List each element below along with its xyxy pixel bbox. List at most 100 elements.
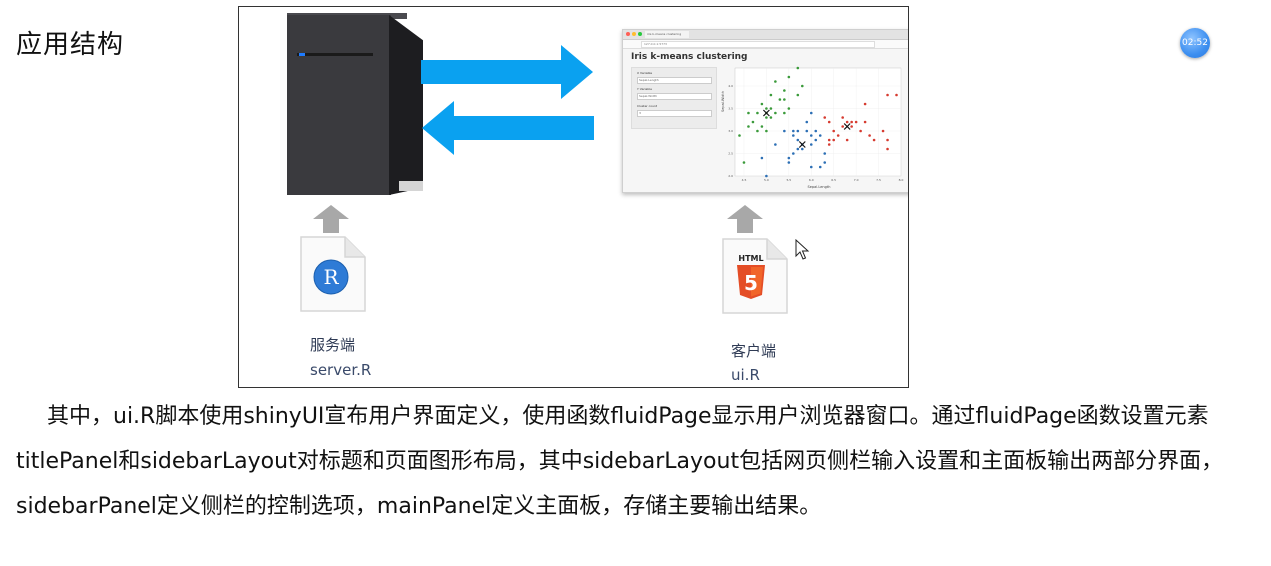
r-logo-letter: R (323, 265, 339, 289)
scatter-point (774, 143, 777, 146)
y-tick-label: 2.5 (728, 152, 733, 156)
left-arrow-icon (422, 101, 594, 155)
x-tick-label: 7.5 (876, 178, 881, 182)
right-arrow-icon (421, 45, 593, 99)
body-paragraph: 其中，ui.R脚本使用shinyUI宣布用户界面定义，使用函数fluidPage… (16, 404, 1224, 519)
scatter-point (796, 129, 800, 133)
scatter-point (747, 111, 750, 115)
scatter-point (796, 93, 800, 97)
browser-urlbar: 127.0.0.1:5773 (623, 40, 908, 49)
minimize-dot-icon (632, 32, 636, 36)
scatter-point (774, 111, 777, 115)
scatter-point (778, 98, 782, 101)
scatter-point (765, 129, 768, 133)
scatter-point (859, 129, 862, 133)
x-tick-label: 6.0 (809, 178, 814, 182)
r-file-icon: R (299, 235, 367, 317)
scatter-point (792, 129, 795, 133)
y-variable-label: Y Variable (637, 87, 652, 91)
client-file-label: ui.R (731, 366, 760, 384)
browser-titlebar: iris k-means clustering (623, 30, 908, 40)
html-logo-text: HTML (738, 254, 763, 263)
scatter-point (836, 134, 840, 137)
scatter-point (886, 138, 889, 142)
maximize-dot-icon (638, 32, 642, 36)
scatter-point (751, 120, 755, 124)
scatter-point (845, 120, 849, 124)
scatter-point (886, 93, 889, 97)
scatter-point (814, 129, 818, 133)
x-tick-label: 7.0 (854, 178, 859, 182)
scatter-point (787, 107, 791, 110)
scatter-point (760, 156, 764, 160)
client-label: 客户端 (731, 342, 777, 360)
scatter-point (792, 152, 795, 155)
scatter-point (881, 129, 885, 133)
x-axis-label: Sepal.Length (808, 185, 831, 189)
scatter-point (832, 138, 836, 142)
scatter-point (854, 120, 858, 124)
scatter-point (895, 93, 898, 97)
browser-window: iris k-means clustering 127.0.0.1:5773 I… (622, 29, 908, 193)
scatter-point (814, 138, 818, 142)
y-tick-label: 3.0 (728, 129, 733, 133)
scatter-point (783, 111, 786, 115)
scatter-point (809, 111, 813, 115)
scatter-point (765, 116, 768, 119)
scatter-point (845, 138, 849, 142)
mouse-cursor-icon (795, 238, 811, 265)
server-up-arrow-icon (313, 205, 349, 237)
scatter-point (841, 116, 844, 119)
timer-badge[interactable]: 02:52 (1180, 28, 1210, 58)
server-file-label: server.R (310, 361, 372, 379)
x-variable-select: Sepal.Length (637, 77, 712, 84)
x-tick-label: 6.5 (831, 178, 836, 182)
scatter-point (868, 134, 871, 137)
x-tick-label: 5.0 (764, 178, 769, 182)
scatter-point (863, 120, 867, 124)
scatter-point (818, 165, 822, 169)
scatter-point (783, 98, 786, 101)
scatter-point (805, 120, 809, 124)
scatter-point (809, 143, 813, 146)
scatter-point (841, 125, 844, 128)
app-title: Iris k-means clustering (631, 52, 748, 62)
scatter-point (783, 89, 786, 92)
url-field: 127.0.0.1:5773 (641, 41, 875, 48)
scatter-point (886, 147, 889, 151)
cluster-count-label: Cluster count (637, 104, 658, 108)
scatter-point (783, 129, 786, 133)
scatter-point (796, 66, 800, 70)
scatter-point (872, 138, 876, 142)
scatter-point (774, 80, 777, 83)
x-variable-label: X Variable (637, 71, 653, 75)
x-tick-label: 8.0 (899, 178, 904, 182)
scatter-point (850, 120, 853, 124)
scatter-point (760, 125, 764, 128)
plot-area (734, 67, 902, 177)
scatter-point (823, 161, 827, 164)
y-tick-label: 3.5 (728, 107, 733, 111)
scatter-point (796, 147, 800, 151)
scatter-point (738, 134, 741, 137)
scatter-point (787, 161, 791, 164)
scatter-point (787, 75, 791, 79)
scatter-point (827, 143, 831, 146)
scatter-point (769, 107, 773, 110)
x-tick-label: 4.5 (742, 178, 747, 182)
y-axis-label: Sepal.Width (721, 91, 725, 112)
scatter-point (760, 102, 764, 106)
scatter-point (756, 111, 759, 115)
app-structure-diagram: iris k-means clustering 127.0.0.1:5773 I… (238, 6, 909, 388)
slide-heading: 应用结构 (16, 30, 125, 60)
client-up-arrow-icon (727, 205, 763, 237)
scatter-point (850, 125, 853, 128)
y-tick-label: 4.0 (728, 84, 733, 88)
scatter-point (827, 120, 831, 124)
x-tick-label: 5.5 (786, 178, 791, 182)
scatter-point (827, 138, 831, 142)
kmeans-scatter-plot: 2.0 2.5 3.0 3.5 4.0 4.5 5.0 5.5 6.0 6.5 7.0 7.5 8.0 S… (721, 66, 904, 189)
scatter-point (765, 107, 768, 110)
html5-digit: 5 (744, 271, 758, 295)
scatter-point (792, 134, 795, 137)
